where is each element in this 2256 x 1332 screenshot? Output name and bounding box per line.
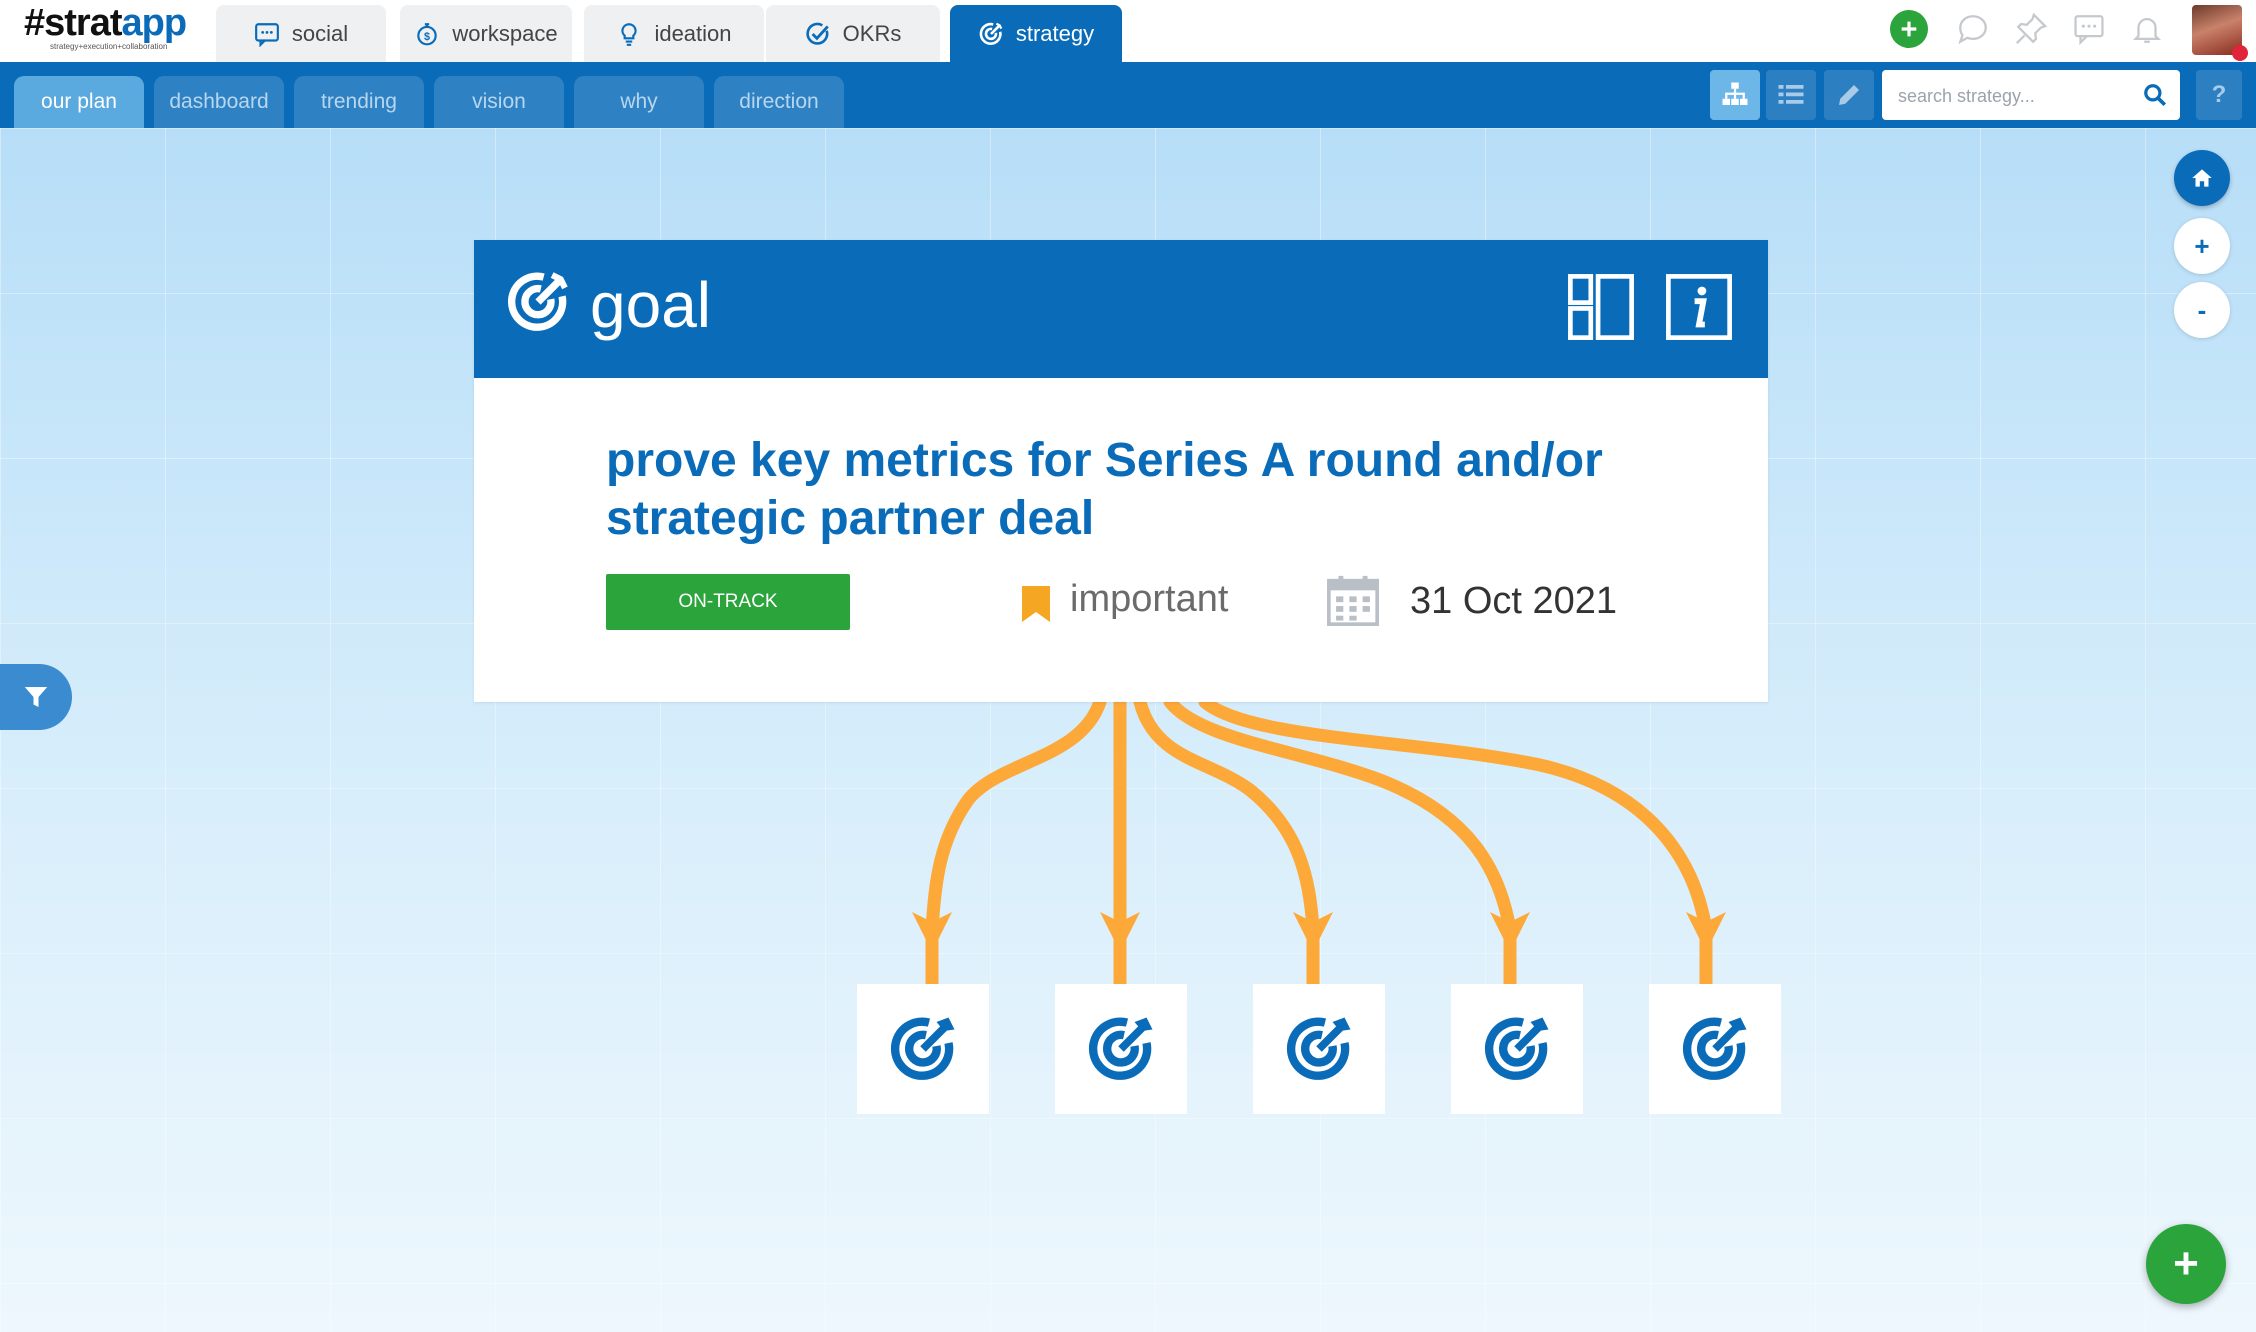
info-icon[interactable] — [1664, 272, 1734, 342]
connector-1 — [925, 695, 1107, 937]
calendar-icon — [1327, 575, 1379, 626]
target-icon — [1682, 1017, 1747, 1080]
child-goal-node[interactable] — [1055, 984, 1187, 1114]
priority-tag: important — [1070, 578, 1229, 620]
goal-card[interactable]: goal prove key metrics for Series A roun… — [474, 240, 1768, 702]
add-item-fab[interactable]: + — [2146, 1224, 2226, 1304]
due-date: 31 Oct 2021 — [1410, 580, 1618, 622]
child-goal-node[interactable] — [1451, 984, 1583, 1114]
status-badge[interactable]: ON-TRACK — [606, 574, 850, 630]
target-icon — [1484, 1017, 1549, 1080]
goal-title: prove key metrics for Series A round and… — [606, 434, 1603, 545]
target-icon — [508, 272, 568, 331]
layout-panels-icon[interactable] — [1566, 272, 1636, 342]
target-icon — [1088, 1017, 1153, 1080]
goal-card-header: goal — [474, 240, 1768, 378]
child-goal-node[interactable] — [1253, 984, 1385, 1114]
child-goal-node[interactable] — [857, 984, 989, 1114]
goal-type-label: goal — [590, 269, 711, 341]
child-goal-node[interactable] — [1649, 984, 1781, 1114]
target-icon — [1286, 1017, 1351, 1080]
target-icon — [890, 1017, 955, 1080]
bookmark-icon — [1022, 586, 1050, 622]
